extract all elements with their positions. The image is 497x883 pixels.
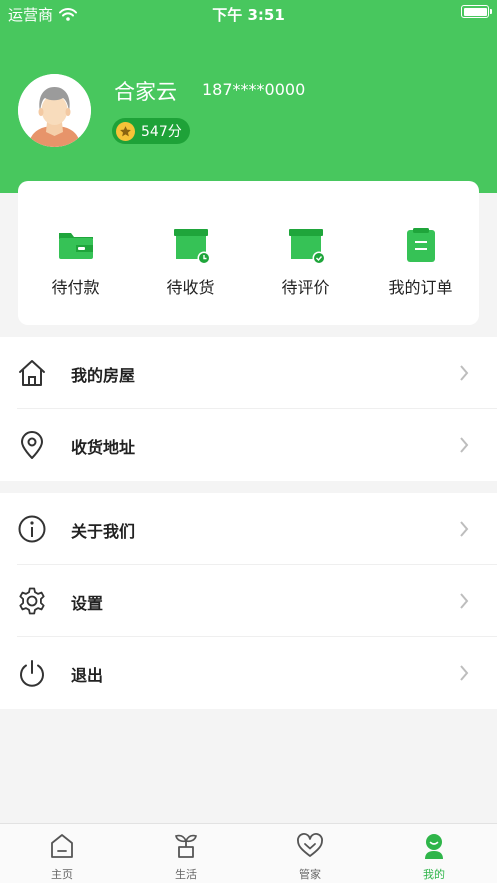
house-icon [19,360,45,386]
menu-label: 我的房屋 [71,366,136,385]
order-label: 待付款 [51,278,100,297]
star-icon [116,121,135,141]
menu-shipping-address[interactable]: 收货地址 [0,409,497,481]
package-clock-icon [173,229,210,265]
gear-icon [19,587,45,615]
info-icon [18,515,46,543]
menu-my-house[interactable]: 我的房屋 [0,337,497,409]
wallet-icon [58,233,93,259]
menu-logout[interactable]: 退出 [0,637,497,709]
status-bar: 运营商 下午 3:51 [0,0,497,26]
power-icon [20,660,44,687]
package-check-icon [288,229,325,265]
tab-label: 我的 [423,868,445,881]
points-value: 547分 [141,124,182,140]
order-label: 待评价 [281,278,330,297]
avatar[interactable] [18,74,91,147]
user-portrait-icon [18,74,91,147]
order-pending-delivery[interactable]: 待收货 [133,181,248,325]
order-my-orders[interactable]: 我的订单 [363,181,478,325]
heart-icon [297,833,323,857]
order-pending-payment[interactable]: 待付款 [18,181,133,325]
chevron-right-icon [460,521,469,537]
tab-home[interactable]: 主页 [0,824,124,883]
chevron-right-icon [460,365,469,381]
order-label: 待收货 [166,278,215,297]
order-pending-review[interactable]: 待评价 [248,181,363,325]
menu-label: 退出 [71,666,104,685]
menu-label: 收货地址 [71,438,136,457]
location-pin-icon [21,431,43,459]
clock: 下午 3:51 [212,6,285,24]
menu-about-us[interactable]: 关于我们 [0,493,497,565]
tab-life[interactable]: 生活 [124,824,248,883]
tab-label: 主页 [51,868,73,881]
chevron-right-icon [460,665,469,681]
profile-header: 运营商 下午 3:51 合家云 187****0000 547分 [0,0,497,193]
profile-name: 合家云 [114,80,177,104]
orders-card: 待付款 待收货 待评价 我的订单 [18,181,479,325]
battery-icon [461,5,492,18]
menu-group-app: 关于我们 设置 退出 [0,493,497,709]
order-label: 我的订单 [388,278,453,297]
person-icon [425,834,443,859]
tab-butler[interactable]: 管家 [248,824,372,883]
tab-bar: 主页 生活 管家 我的 [0,823,497,883]
home-icon [51,834,73,858]
chevron-right-icon [460,593,469,609]
clipboard-icon [406,228,435,262]
menu-label: 设置 [71,594,104,613]
profile-phone: 187****0000 [202,80,306,99]
menu-label: 关于我们 [71,522,136,541]
plant-pot-icon [175,834,197,858]
chevron-right-icon [460,437,469,453]
points-badge[interactable]: 547分 [112,118,190,144]
menu-settings[interactable]: 设置 [0,565,497,637]
menu-group-address: 我的房屋 收货地址 [0,337,497,481]
tab-label: 生活 [175,868,197,881]
tab-label: 管家 [299,868,321,881]
tab-mine[interactable]: 我的 [372,824,496,883]
